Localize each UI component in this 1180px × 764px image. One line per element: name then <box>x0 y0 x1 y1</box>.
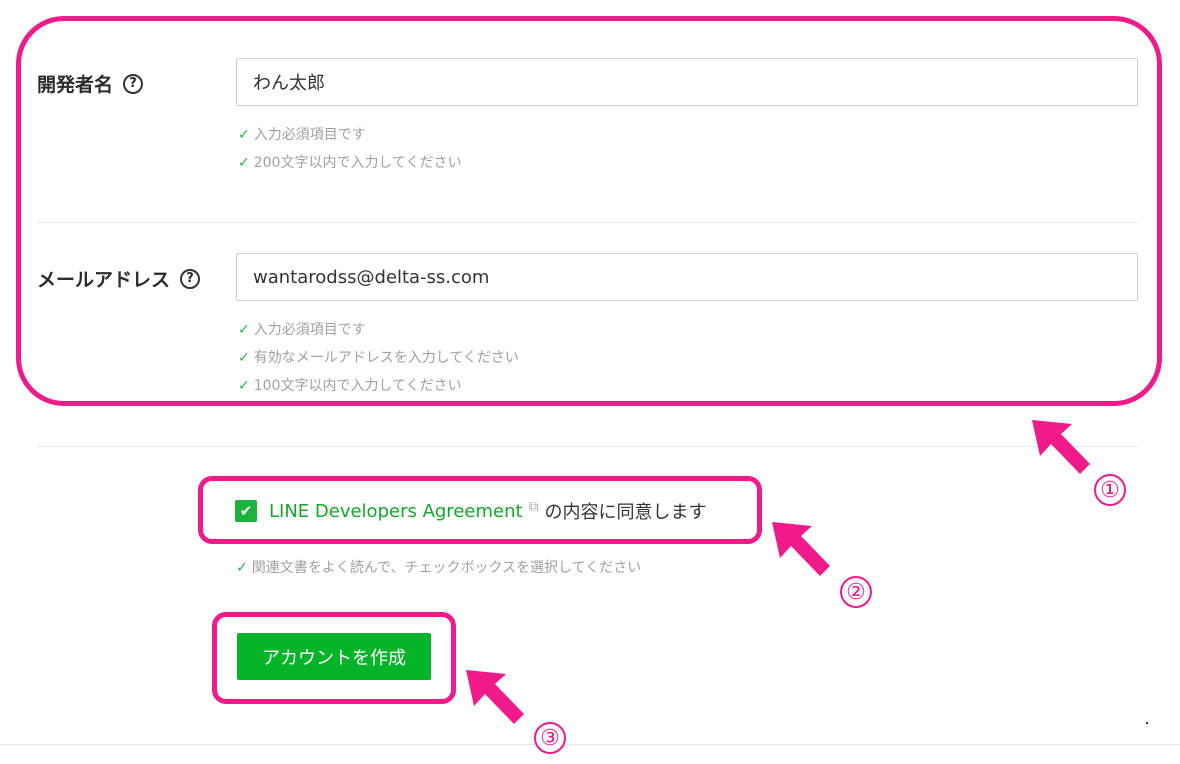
annotation-number-2: ② <box>840 576 872 608</box>
check-icon: ✓ <box>236 560 248 576</box>
annotation-frame-1 <box>16 16 1162 406</box>
annotation-frame-2 <box>198 476 762 544</box>
dot <box>1146 722 1148 724</box>
bottom-divider <box>0 744 1180 745</box>
annotation-number-3: ③ <box>534 722 566 754</box>
divider <box>37 446 1138 447</box>
arrow-icon <box>772 522 830 576</box>
agreement-validation: ✓ 関連文書をよく読んで、チェックボックスを選択してください <box>236 560 642 576</box>
annotation-number-1: ① <box>1094 474 1126 506</box>
arrow-icon <box>1032 420 1090 474</box>
arrow-icon <box>466 670 524 724</box>
annotation-frame-3 <box>212 612 456 704</box>
